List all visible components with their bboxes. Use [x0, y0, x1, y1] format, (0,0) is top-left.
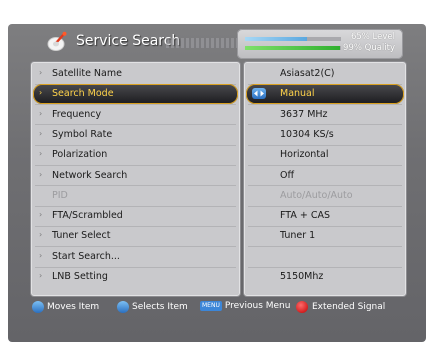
red-key-icon [296, 301, 308, 313]
menu-item-symbol-rate[interactable]: › Symbol Rate [33, 125, 238, 145]
menu-item-satellite-name[interactable]: › Satellite Name [33, 64, 238, 84]
help-selects-label: Selects Item [132, 302, 188, 312]
menu-item-tuner-select[interactable]: › Tuner Select [33, 226, 238, 246]
help-previous-label: Previous Menu [224, 301, 291, 311]
help-moves: Moves Item [32, 301, 99, 313]
help-bar: Moves Item Selects Item MENU Previous Me… [30, 297, 406, 317]
menu-value-start-search[interactable] [246, 247, 404, 267]
help-selects: Selects Item [117, 301, 188, 313]
menu-value-symbol-rate[interactable]: 10304 KS/s [246, 125, 404, 145]
menu-value-fta-scrambled[interactable]: FTA + CAS [246, 206, 404, 226]
menu-item-label: FTA/Scrambled [52, 210, 123, 222]
menu-item-value: 5150Mhz [280, 271, 324, 282]
chevron-right-icon: › [39, 88, 43, 98]
menu-item-lnb-setting[interactable]: › LNB Setting [33, 267, 238, 287]
menu-item-value: Manual [280, 88, 315, 100]
menu-item-value: Auto/Auto/Auto [280, 189, 353, 201]
menu-value-network-search[interactable]: Off [246, 166, 404, 186]
chevron-right-icon: › [39, 230, 43, 240]
menu-value-pid: Auto/Auto/Auto [246, 186, 404, 206]
chevron-right-icon: › [39, 250, 43, 260]
menu-item-label: Search Mode [52, 88, 114, 100]
menu-item-start-search[interactable]: › Start Search... [33, 247, 238, 267]
help-extended: Extended Signal [296, 301, 385, 313]
quality-bar [245, 46, 341, 50]
menu-item-fta-scrambled[interactable]: › FTA/Scrambled [33, 206, 238, 226]
menu-item-value: Tuner 1 [280, 230, 316, 242]
chevron-right-icon: › [39, 68, 43, 77]
menu-item-search-mode[interactable]: › Search Mode [33, 84, 238, 105]
menu-item-value: 3637 MHz [280, 108, 328, 120]
menu-item-frequency[interactable]: › Frequency [33, 105, 238, 125]
chevron-right-icon: › [39, 169, 43, 179]
quality-label: 99% Quality [343, 43, 395, 53]
menu-value-satellite-name[interactable]: Asiasat2(C) [246, 64, 404, 84]
menu-item-value: 10304 KS/s [280, 128, 334, 140]
menu-labels-panel: › Satellite Name › Search Mode › Frequency › Sy… [30, 61, 241, 297]
menu-values-panel: Asiasat2(C) Manual 3637 MHz 10304 KS/s Horiz… [243, 61, 407, 297]
menu-item-pid: PID [33, 186, 238, 206]
menu-item-label: LNB Setting [52, 271, 108, 282]
left-right-key-icon [117, 301, 129, 313]
menu-item-value: Off [280, 169, 295, 181]
menu-item-polarization[interactable]: › Polarization [33, 145, 238, 165]
menu-item-network-search[interactable]: › Network Search [33, 166, 238, 186]
quality-bar-fill [245, 46, 341, 50]
level-label: 65% Level [350, 32, 395, 42]
chevron-right-icon: › [39, 108, 43, 118]
level-bar [245, 37, 341, 41]
up-down-key-icon [32, 301, 44, 313]
left-right-arrows-icon[interactable] [252, 88, 266, 100]
menu-value-tuner-select[interactable]: Tuner 1 [246, 226, 404, 246]
menu-item-label: Tuner Select [52, 230, 111, 242]
chevron-right-icon: › [39, 271, 43, 280]
help-previous: MENU Previous Menu [200, 301, 290, 311]
menu-key-icon: MENU [200, 301, 222, 311]
menu-item-value: Asiasat2(C) [280, 68, 335, 79]
level-bar-fill [245, 37, 308, 41]
menu-item-value: Horizontal [280, 149, 329, 161]
menu-value-polarization[interactable]: Horizontal [246, 145, 404, 165]
help-extended-label: Extended Signal [312, 302, 386, 312]
help-moves-label: Moves Item [47, 302, 100, 312]
page-title: Service Search [76, 33, 181, 49]
menu-value-search-mode[interactable]: Manual [246, 84, 404, 105]
menu-item-label: Frequency [52, 108, 102, 120]
header-decoration [166, 38, 241, 48]
menu-value-frequency[interactable]: 3637 MHz [246, 105, 404, 125]
chevron-right-icon: › [39, 149, 43, 159]
satellite-dish-icon [47, 31, 67, 51]
menu-item-label: Network Search [52, 169, 128, 181]
menu-item-label: Symbol Rate [52, 128, 113, 140]
menu-item-value: FTA + CAS [280, 210, 331, 222]
osd-screen: Service Search 65% Level 99% Quality › Sa… [8, 24, 426, 342]
menu-item-label: Satellite Name [52, 68, 122, 79]
chevron-right-icon: › [39, 210, 43, 220]
menu-item-label: PID [52, 189, 68, 201]
signal-indicator: 65% Level 99% Quality [237, 29, 403, 59]
chevron-right-icon: › [39, 128, 43, 138]
menu-item-label: Start Search... [52, 250, 120, 262]
menu-value-lnb-setting[interactable]: 5150Mhz [246, 267, 404, 287]
menu-item-label: Polarization [52, 149, 108, 161]
